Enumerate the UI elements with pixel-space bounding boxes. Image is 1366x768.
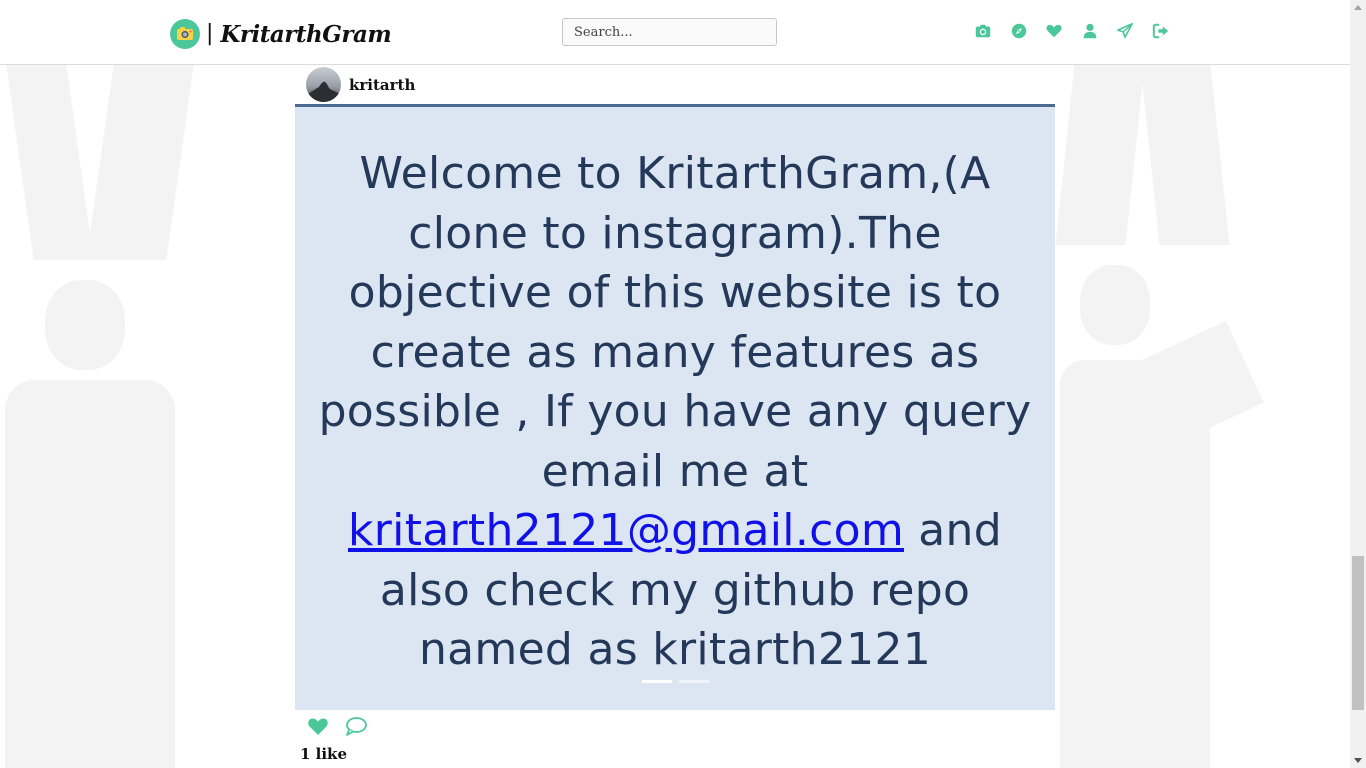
search-input[interactable] [562, 18, 777, 46]
scroll-down-arrow-icon[interactable] [1354, 758, 1362, 763]
brand-separator: | [206, 21, 214, 46]
post-image[interactable]: Welcome to KritarthGram,(A clone to inst… [295, 107, 1055, 710]
post-header: kritarth [295, 65, 1055, 107]
post-text-intro: Welcome to KritarthGram,(A clone to inst… [318, 148, 1032, 497]
brand-name: KritarthGram [220, 20, 392, 48]
post-image-text: Welcome to KritarthGram,(A clone to inst… [305, 144, 1045, 680]
user-icon[interactable] [1081, 22, 1099, 40]
sign-out-icon[interactable] [1152, 22, 1170, 40]
paper-plane-icon[interactable] [1116, 22, 1134, 40]
carousel-dot-2[interactable] [679, 680, 709, 683]
top-navbar: | KritarthGram [0, 0, 1350, 65]
carousel-dot-1[interactable] [642, 680, 672, 683]
post-actions [295, 710, 1055, 741]
post-card: kritarth Welcome to KritarthGram,(A clon… [295, 65, 1055, 768]
comment-icon[interactable] [345, 716, 367, 736]
post-username[interactable]: kritarth [349, 76, 415, 94]
like-count[interactable]: 1 like [295, 745, 1055, 763]
scrollbar-thumb[interactable] [1352, 556, 1364, 710]
carousel-indicators [642, 680, 709, 683]
camera-logo-icon [170, 19, 200, 49]
avatar[interactable] [306, 67, 341, 102]
scroll-up-arrow-icon[interactable] [1354, 5, 1362, 10]
scrollbar[interactable] [1350, 0, 1366, 768]
like-heart-icon[interactable] [307, 716, 329, 736]
brand[interactable]: | KritarthGram [170, 18, 392, 50]
email-link[interactable]: kritarth2121@gmail.com [348, 505, 904, 556]
compass-icon[interactable] [1010, 22, 1028, 40]
nav-icons [974, 22, 1170, 40]
camera-icon[interactable] [974, 22, 992, 40]
heart-icon[interactable] [1045, 22, 1063, 40]
